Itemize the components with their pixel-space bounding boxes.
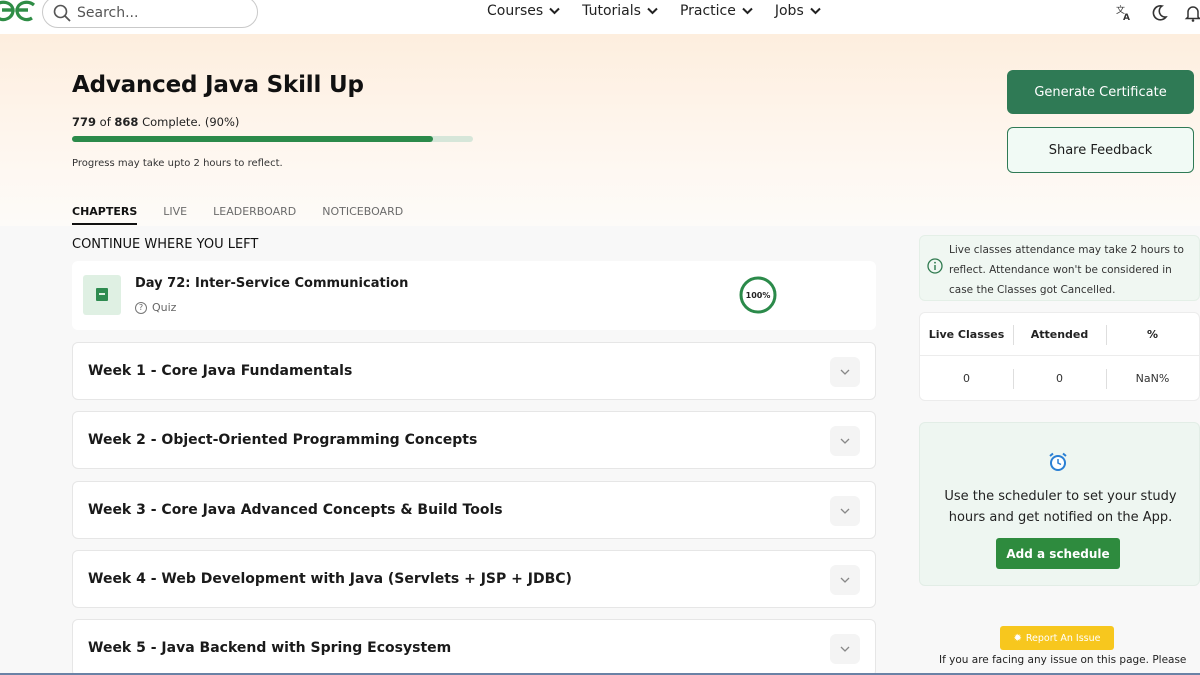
nav-jobs-label: Jobs [774,3,804,19]
expand-button[interactable] [830,634,860,664]
week-title: Week 3 - Core Java Advanced Concepts & B… [88,502,503,518]
report-note: If you are facing any issue on this page… [939,654,1187,666]
expand-button[interactable] [830,357,860,387]
live-attendance-notice-text: Live classes attendance may take 2 hours… [949,244,1184,296]
week-4-accordion[interactable]: Week 4 - Web Development with Java (Serv… [72,550,876,608]
generate-certificate-button[interactable]: Generate Certificate [1007,70,1194,114]
nav-practice-label: Practice [679,3,736,19]
continue-item-title: Day 72: Inter-Service Communication [135,276,409,291]
expand-button[interactable] [830,426,860,456]
chevron-down-icon [840,508,850,514]
value-attended: 0 [1056,372,1063,385]
complete-percent: Complete. (90%) [142,115,240,129]
week-2-accordion[interactable]: Week 2 - Object-Oriented Programming Con… [72,411,876,469]
course-title: Advanced Java Skill Up [72,72,364,98]
value-live-classes: 0 [963,372,970,385]
translate-icon[interactable]: 文 A [1114,3,1134,23]
progress-note: Progress may take upto 2 hours to reflec… [72,158,283,169]
week-5-accordion[interactable]: Week 5 - Java Backend with Spring Ecosys… [72,619,876,675]
header-live-classes: Live Classes [928,328,1005,341]
search-icon [53,4,71,22]
question-icon: ? [135,301,147,314]
nav-courses-label: Courses [487,3,544,19]
course-progress-fill [72,136,433,142]
report-issue-button[interactable]: ✹ Report An Issue [1000,626,1114,650]
add-schedule-button[interactable]: Add a schedule [996,538,1120,569]
alarm-clock-icon [1049,452,1067,471]
scheduler-card: Use the scheduler to set your study hour… [919,422,1200,586]
bug-icon: ✹ [1013,632,1022,644]
header-attended: Attended [1030,328,1089,341]
moon-icon[interactable] [1149,3,1169,23]
expand-button[interactable] [830,496,860,526]
progress-ring-label: 100% [745,290,771,300]
header-percent: % [1146,328,1159,341]
week-title: Week 5 - Java Backend with Spring Ecosys… [88,640,452,656]
week-3-accordion[interactable]: Week 3 - Core Java Advanced Concepts & B… [72,481,876,539]
nav-tutorials-label: Tutorials [582,3,641,19]
course-tabs: CHAPTERS LIVE LEADERBOARD NOTICEBOARD [72,205,429,225]
week-title: Week 4 - Web Development with Java (Serv… [88,571,572,587]
report-issue-label: Report An Issue [1025,632,1101,644]
expand-button[interactable] [830,565,860,595]
tab-leaderboard[interactable]: LEADERBOARD [213,205,296,225]
tab-chapters[interactable]: CHAPTERS [72,205,138,225]
tab-live[interactable]: LIVE [163,205,187,225]
week-title: Week 2 - Object-Oriented Programming Con… [88,432,478,448]
main-nav: Courses Tutorials Practice Jobs [487,3,843,19]
tab-noticeboard[interactable]: NOTICEBOARD [322,205,403,225]
total-count: 868 [114,115,139,129]
share-feedback-button[interactable]: Share Feedback [1007,127,1194,173]
top-navigation-bar: Courses Tutorials Practice Jobs 文 A [0,0,1200,34]
chevron-down-icon [840,577,850,583]
scheduler-text: Use the scheduler to set your study hour… [944,489,1177,525]
chevron-down-icon [742,7,753,15]
chevron-down-icon [840,369,850,375]
quiz-tile-icon [83,275,121,315]
svg-text:A: A [1123,13,1130,23]
chevron-down-icon [810,7,821,15]
chevron-down-icon [840,438,850,444]
week-title: Week 1 - Core Java Fundamentals [88,363,353,379]
week-1-accordion[interactable]: Week 1 - Core Java Fundamentals [72,342,876,400]
nav-courses[interactable]: Courses [487,3,560,19]
value-percent: NaN% [1135,372,1170,385]
of-word: of [99,115,111,129]
continue-item-card[interactable]: Day 72: Inter-Service Communication ? Qu… [72,261,876,330]
chevron-down-icon [840,646,850,652]
continue-item-type-label: Quiz [152,301,177,314]
chevron-down-icon [549,7,560,15]
nav-jobs[interactable]: Jobs [775,3,821,19]
nav-tutorials[interactable]: Tutorials [582,3,658,19]
gfg-logo-icon[interactable] [0,0,36,26]
attendance-table: Live Classes Attended % 0 0 NaN% [919,312,1200,401]
nav-practice[interactable]: Practice [680,3,753,19]
search-box[interactable] [42,0,258,28]
progress-summary: 779 of 868 Complete. (90%) [72,115,239,129]
bell-icon[interactable] [1183,3,1200,23]
completed-count: 779 [72,115,97,129]
continue-heading: CONTINUE WHERE YOU LEFT [72,237,259,252]
search-input[interactable] [77,2,247,24]
live-attendance-notice: Live classes attendance may take 2 hours… [919,235,1200,301]
course-progress-bar [72,136,473,142]
info-icon [927,258,943,274]
continue-item-type: ? Quiz [135,301,176,314]
chevron-down-icon [647,7,658,15]
